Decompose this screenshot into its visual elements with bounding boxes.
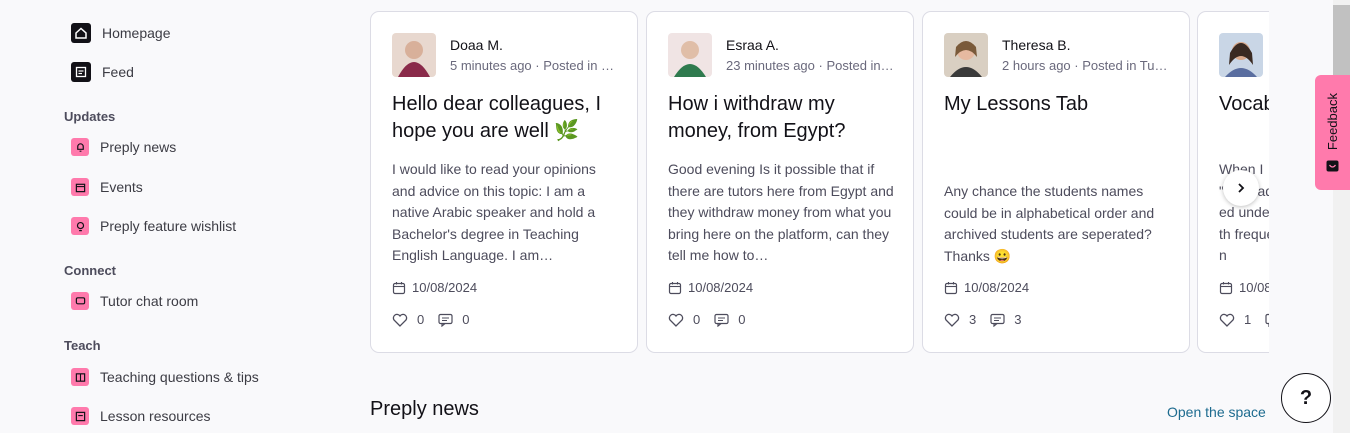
post-body: Good evening Is it possible that if ther… (668, 161, 894, 263)
heart-icon (668, 313, 684, 327)
comment-count: 0 (462, 312, 470, 327)
like-button[interactable]: 1 (1219, 312, 1251, 327)
calendar-icon (392, 281, 406, 294)
avatar (392, 33, 436, 77)
comment-button[interactable]: 3 (990, 312, 1021, 327)
comment-icon (1265, 313, 1269, 327)
lightbulb-icon (71, 217, 89, 235)
comment-count: 0 (738, 312, 746, 327)
calendar-icon (944, 281, 958, 294)
help-button[interactable]: ? (1281, 373, 1331, 423)
post-meta: 23 minutes ago · Posted in… (726, 58, 894, 73)
sidebar-item-feed[interactable]: Feed (64, 58, 134, 86)
sidebar-item-label: Preply news (100, 139, 177, 155)
posts-carousel: Doaa M. 5 minutes ago · Posted in … Hell… (370, 11, 1269, 353)
like-button[interactable]: 0 (392, 312, 424, 327)
calendar-icon (668, 281, 682, 294)
help-label: ? (1299, 386, 1313, 409)
calendar-icon (71, 178, 89, 196)
post-date: 10/08/2024 (392, 280, 477, 295)
open-space-link[interactable]: Open the space (1167, 404, 1266, 420)
avatar (944, 33, 988, 77)
scrollbar-thumb[interactable] (1333, 5, 1350, 85)
sidebar-item-lesson-resources[interactable]: Lesson resources (64, 402, 211, 430)
heart-icon (1219, 313, 1235, 327)
sidebar-item-label: Tutor chat room (100, 293, 199, 309)
heart-icon (944, 313, 960, 327)
page: Homepage Feed Updates Preply news Events (0, 0, 1350, 433)
comment-button[interactable] (1265, 313, 1269, 327)
date-text: 10/08/2024 (964, 280, 1030, 295)
sidebar-item-preply-news[interactable]: Preply news (64, 133, 176, 161)
sidebar-item-teaching-questions[interactable]: Teaching questions & tips (64, 363, 259, 391)
post-stats: 3 3 (944, 312, 1035, 327)
author-name[interactable]: Doaa M. (450, 37, 503, 53)
like-count: 1 (1244, 312, 1252, 327)
comment-count: 3 (1014, 312, 1022, 327)
feedback-tab[interactable]: Feedback (1315, 75, 1350, 190)
post-meta: 2 hours ago · Posted in Tu… (1002, 58, 1168, 73)
sidebar-item-tutor-chat-room[interactable]: Tutor chat room (64, 287, 198, 315)
post-card[interactable]: Doaa M. 5 minutes ago · Posted in … Hell… (370, 11, 638, 353)
like-count: 3 (969, 312, 977, 327)
comment-icon (990, 313, 1005, 327)
avatar (668, 33, 712, 77)
sidebar-item-label: Teaching questions & tips (100, 369, 259, 385)
post-date: 10/08/2024 (944, 280, 1029, 295)
post-body: I would like to read your opinions and a… (392, 161, 596, 263)
sidebar-item-homepage[interactable]: Homepage (64, 19, 171, 47)
sidebar-item-label: Lesson resources (100, 408, 211, 424)
post-stats: 0 0 (392, 312, 483, 327)
section-title-teach: Teach (64, 338, 101, 353)
home-icon (71, 23, 91, 43)
carousel-next-button[interactable] (1223, 170, 1259, 206)
comment-icon (438, 313, 453, 327)
sidebar-item-label: Preply feature wishlist (100, 218, 237, 234)
post-body: Any chance the students names could be i… (944, 183, 1155, 264)
post-date: 10/08 (1219, 280, 1269, 295)
comment-button[interactable]: 0 (714, 312, 745, 327)
post-title[interactable]: How i withdraw my money, from Egypt? (668, 91, 898, 145)
section-heading-preply-news: Preply news (370, 398, 479, 420)
sidebar-item-events[interactable]: Events (64, 173, 143, 201)
section-title-connect: Connect (64, 263, 116, 278)
post-title[interactable]: Hello dear colleagues, I hope you are we… (392, 91, 622, 145)
comment-icon (714, 313, 729, 327)
post-meta: 5 minutes ago · Posted in … (450, 58, 615, 73)
smile-icon (1326, 160, 1339, 172)
sidebar: Homepage Feed Updates Preply news Events (0, 0, 340, 433)
avatar (1219, 33, 1263, 77)
post-card[interactable]: Theresa B. 2 hours ago · Posted in Tu… M… (922, 11, 1190, 353)
calendar-icon (1219, 281, 1233, 294)
post-title[interactable]: My Lessons Tab (944, 91, 1174, 118)
chat-icon (71, 292, 89, 310)
date-text: 10/08/2024 (412, 280, 478, 295)
date-text: 10/08/2024 (688, 280, 754, 295)
post-date: 10/08/2024 (668, 280, 753, 295)
feedback-label: Feedback (1325, 92, 1340, 151)
resources-icon (71, 407, 89, 425)
sidebar-item-feature-wishlist[interactable]: Preply feature wishlist (64, 212, 236, 240)
post-stats: 1 (1219, 312, 1269, 327)
comment-button[interactable]: 0 (438, 312, 469, 327)
like-button[interactable]: 3 (944, 312, 976, 327)
post-title[interactable]: Vocab (1219, 91, 1269, 118)
author-name[interactable]: Theresa B. (1002, 37, 1070, 53)
bell-icon (71, 138, 89, 156)
book-question-icon (71, 368, 89, 386)
author-name[interactable]: Esraa A. (726, 37, 779, 53)
feed-icon (71, 62, 91, 82)
section-title-updates: Updates (64, 109, 116, 124)
like-count: 0 (693, 312, 701, 327)
like-count: 0 (417, 312, 425, 327)
sidebar-item-label: Feed (102, 64, 134, 80)
like-button[interactable]: 0 (668, 312, 700, 327)
sidebar-item-label: Events (100, 179, 143, 195)
post-card[interactable]: Esraa A. 23 minutes ago · Posted in… How… (646, 11, 914, 353)
heart-icon (392, 313, 408, 327)
date-text: 10/08 (1239, 280, 1269, 295)
chevron-right-icon (1238, 183, 1245, 193)
sidebar-item-label: Homepage (102, 25, 171, 41)
post-stats: 0 0 (668, 312, 759, 327)
